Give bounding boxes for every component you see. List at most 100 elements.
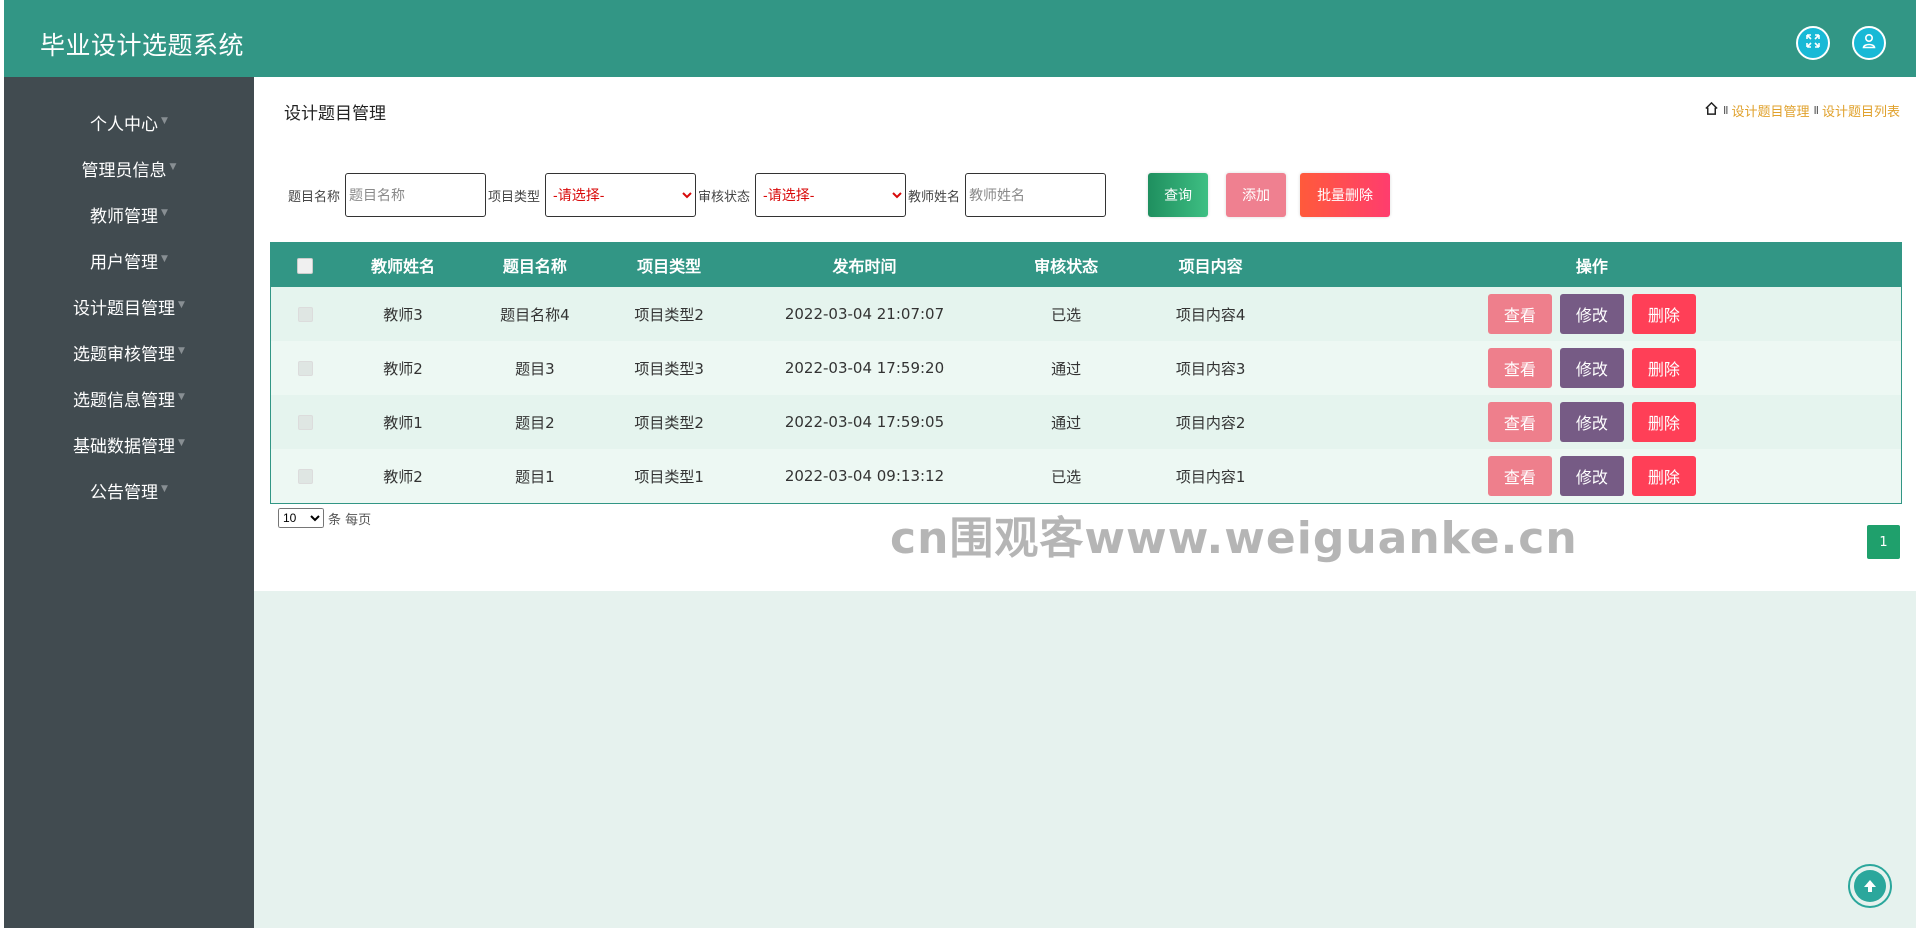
view-button[interactable]: 查看	[1487, 402, 1552, 442]
add-button[interactable]: 添加	[1226, 173, 1287, 217]
breadcrumb-separator: II	[1813, 104, 1818, 117]
sidebar-item-label: 教师管理	[90, 206, 159, 227]
table-row: 教师2 题目3 项目类型3 2022-03-04 17:59:20 通过 项目内容3 查看修…	[271, 341, 1901, 395]
sidebar-item[interactable]: 选题审核管理 ▼	[4, 329, 254, 375]
status-filter-label: 审核状态	[698, 189, 751, 205]
caret-down-icon: ▼	[178, 392, 185, 402]
row-checkbox[interactable]	[297, 415, 313, 430]
cell-status: 通过	[1051, 359, 1082, 378]
row-select-cell	[271, 287, 340, 341]
column-header[interactable]: 项目类型	[603, 243, 735, 287]
sidebar-item[interactable]: 选题信息管理 ▼	[4, 375, 254, 421]
teacher-search-label: 教师姓名	[908, 189, 961, 205]
select-all-checkbox[interactable]	[297, 258, 314, 274]
column-header: 操作	[1575, 257, 1608, 276]
delete-button[interactable]: 删除	[1631, 456, 1696, 496]
column-header[interactable]: 教师姓名	[340, 243, 467, 287]
sidebar-item-label: 管理员信息	[81, 160, 167, 181]
breadcrumb-item[interactable]: 设计题目管理	[1731, 101, 1809, 120]
row-actions: 查看 修改 删除	[1283, 341, 1901, 395]
cell-time: 2022-03-04 21:07:07	[784, 305, 945, 323]
sidebar-item[interactable]: 管理员信息 ▼	[4, 145, 254, 191]
cell-type: 项目类型1	[634, 467, 704, 486]
column-header[interactable]: 题目名称	[467, 243, 604, 287]
page-size-select[interactable]: 10	[278, 508, 324, 528]
page-1-button[interactable]: 1	[1867, 525, 1900, 559]
view-button[interactable]: 查看	[1487, 348, 1552, 388]
caret-down-icon: ▼	[169, 162, 177, 172]
table-row: 教师1 题目2 项目类型2 2022-03-04 17:59:05 通过 项目内容2 查看修…	[271, 395, 1901, 449]
cell-type: 项目类型3	[634, 359, 704, 378]
cell-content: 项目内容3	[1175, 359, 1246, 378]
row-checkbox[interactable]	[297, 469, 313, 484]
cell-content: 项目内容2	[1175, 413, 1246, 432]
table-row: 教师2 题目1 项目类型1 2022-03-04 09:13:12 已选 项目内容1 查看修…	[271, 449, 1901, 503]
caret-down-icon: ▼	[178, 438, 185, 448]
edit-button[interactable]: 修改	[1559, 402, 1624, 442]
cell-time: 2022-03-04 09:13:12	[784, 467, 945, 485]
cell-time: 2022-03-04 17:59:05	[784, 413, 945, 431]
delete-button[interactable]: 删除	[1631, 348, 1696, 388]
sidebar-item[interactable]: 公告管理 ▼	[4, 467, 254, 513]
cell-title: 题目1	[515, 467, 555, 486]
delete-button[interactable]: 删除	[1631, 294, 1696, 334]
row-checkbox[interactable]	[297, 307, 313, 322]
edit-button[interactable]: 修改	[1559, 348, 1624, 388]
table-header-row: 教师姓名 题目名称 项目类型 发布时间 审核状态 项目内容 操作	[271, 243, 1901, 287]
app-frame: 毕业设计选题系统 个人中心 ▼ 管理员信息 ▼ 教师管理 ▼ 用户管理 ▼ 设计题目管理 ▼ 选题审…	[4, 0, 1916, 928]
sidebar-item[interactable]: 设计题目管理 ▼	[4, 283, 254, 329]
title-search-input[interactable]	[345, 173, 487, 217]
cell-content: 项目内容4	[1175, 305, 1246, 324]
cell-title: 题目3	[515, 359, 555, 378]
column-header[interactable]: 发布时间	[735, 243, 994, 287]
sidebar-item-label: 公告管理	[90, 482, 159, 503]
column-header[interactable]: 项目内容	[1138, 243, 1282, 287]
teacher-search-input[interactable]	[965, 173, 1107, 217]
batch-delete-button[interactable]: 批量删除	[1300, 173, 1391, 217]
sidebar-item[interactable]: 基础数据管理 ▼	[4, 421, 254, 467]
row-actions: 查看 修改 删除	[1283, 449, 1901, 503]
sidebar-item-label: 选题信息管理	[73, 390, 176, 411]
sidebar-item-label: 用户管理	[90, 252, 159, 273]
cell-teacher: 教师1	[383, 413, 423, 432]
table-body: 教师3 题目名称4 项目类型2 2022-03-04 21:07:07 已选 项目内容4 查…	[271, 287, 1901, 503]
fullscreen-button[interactable]	[1796, 26, 1830, 60]
title-search-label: 题目名称	[288, 189, 341, 205]
breadcrumb-item[interactable]: 设计题目列表	[1822, 101, 1900, 120]
view-button[interactable]: 查看	[1487, 294, 1552, 334]
type-filter-select[interactable]: -请选择-	[545, 173, 697, 217]
user-button[interactable]	[1852, 26, 1886, 60]
status-filter-select[interactable]: -请选择-	[755, 173, 907, 217]
row-select-cell	[271, 449, 340, 503]
delete-button[interactable]: 删除	[1631, 402, 1696, 442]
cell-status: 通过	[1051, 413, 1082, 432]
caret-down-icon: ▼	[161, 484, 168, 494]
data-table: 教师姓名 题目名称 项目类型 发布时间 审核状态 项目内容 操作 教师3 题目名称…	[270, 242, 1902, 504]
app-title: 毕业设计选题系统	[40, 31, 245, 60]
cell-status: 已选	[1051, 305, 1082, 324]
page-title: 设计题目管理	[284, 104, 386, 124]
row-checkbox[interactable]	[297, 361, 313, 376]
sidebar-item[interactable]: 用户管理 ▼	[4, 237, 254, 283]
arrow-up-icon	[1854, 870, 1886, 902]
home-icon[interactable]	[1704, 101, 1719, 120]
cell-title: 题目2	[515, 413, 555, 432]
sidebar-item-label: 个人中心	[90, 114, 159, 135]
caret-down-icon: ▼	[178, 346, 185, 356]
sidebar-item[interactable]: 个人中心 ▼	[4, 99, 254, 145]
caret-down-icon: ▼	[161, 254, 168, 264]
query-button[interactable]: 查询	[1148, 173, 1209, 217]
select-all-cell	[271, 243, 340, 287]
row-select-cell	[271, 341, 340, 395]
row-select-cell	[271, 395, 340, 449]
column-header[interactable]: 审核状态	[994, 243, 1138, 287]
sidebar: 个人中心 ▼ 管理员信息 ▼ 教师管理 ▼ 用户管理 ▼ 设计题目管理 ▼ 选题审核管理 ▼ 选题信息管…	[4, 77, 254, 928]
view-button[interactable]: 查看	[1487, 456, 1552, 496]
cell-type: 项目类型2	[634, 305, 704, 324]
sidebar-item[interactable]: 教师管理 ▼	[4, 191, 254, 237]
edit-button[interactable]: 修改	[1559, 456, 1624, 496]
page-size-label: 条 每页	[328, 512, 372, 528]
back-to-top-button[interactable]	[1848, 864, 1892, 908]
sidebar-item-label: 选题审核管理	[73, 344, 176, 365]
edit-button[interactable]: 修改	[1559, 294, 1624, 334]
